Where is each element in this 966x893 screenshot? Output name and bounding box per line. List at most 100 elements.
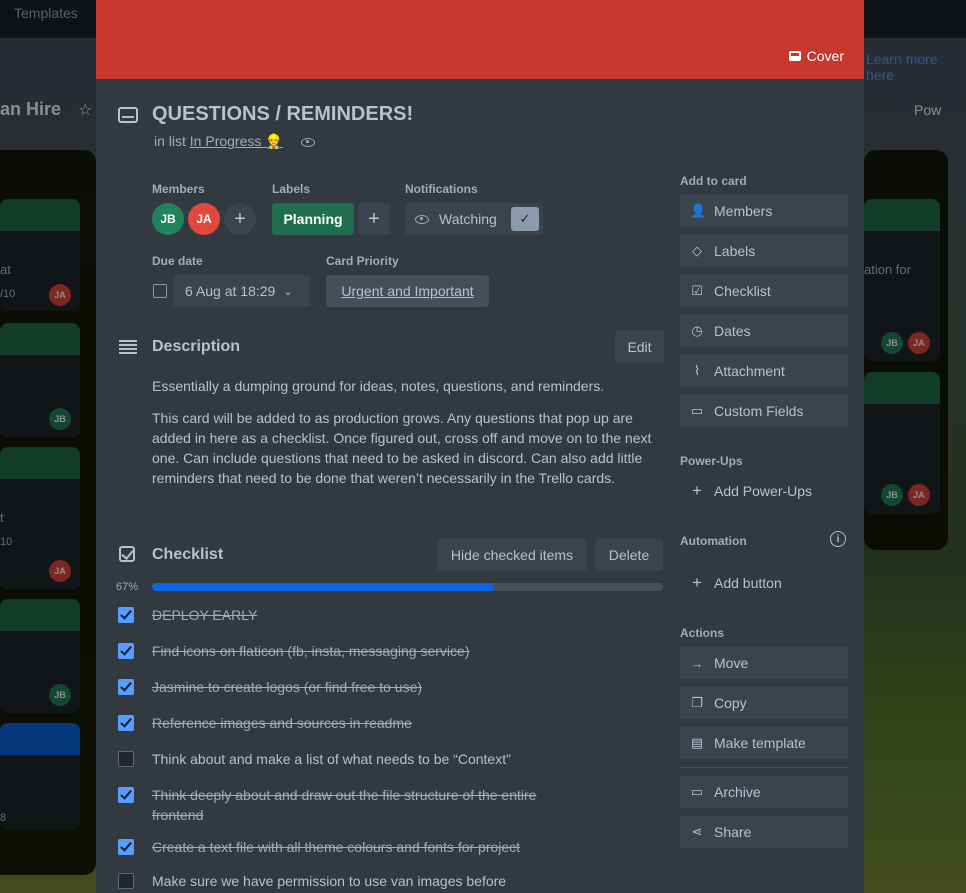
cover-icon bbox=[788, 51, 801, 61]
checklist-item-text[interactable]: Create a text file with all theme colour… bbox=[152, 837, 572, 857]
label-chip[interactable]: Planning bbox=[272, 203, 354, 235]
eye-icon bbox=[300, 137, 315, 147]
delete-checklist-button[interactable]: Delete bbox=[595, 539, 663, 571]
labels-label: Labels bbox=[272, 182, 311, 196]
sidebar-button-label: Checklist bbox=[714, 283, 771, 299]
checklist-item-checkbox[interactable] bbox=[118, 787, 134, 803]
checklist-icon: ☑ bbox=[691, 283, 703, 298]
checklist-item-text[interactable]: Find icons on flaticon (fb, insta, messa… bbox=[152, 641, 572, 661]
edit-description-button[interactable]: Edit bbox=[615, 331, 664, 363]
checklist-item-checkbox[interactable] bbox=[118, 873, 134, 889]
members-label: Members bbox=[152, 182, 205, 196]
card-title[interactable]: QUESTIONS / REMINDERS! bbox=[152, 103, 413, 126]
due-date-value: 6 Aug at 18:29 bbox=[185, 283, 276, 299]
checklist-item-checkbox[interactable] bbox=[118, 751, 134, 767]
checklist-icon bbox=[119, 546, 135, 562]
info-icon[interactable]: i bbox=[830, 531, 846, 547]
add-automation-button[interactable]: + Add button bbox=[680, 567, 848, 599]
archive-button[interactable]: ▭ Archive bbox=[680, 776, 848, 808]
add-power-ups-label: Add Power-Ups bbox=[714, 483, 813, 499]
card-priority-label: Card Priority bbox=[326, 254, 399, 268]
due-date-button[interactable]: 6 Aug at 18:29 ⌄ bbox=[173, 275, 310, 307]
share-button[interactable]: ⋖ Share bbox=[680, 816, 848, 848]
checklist-item-checkbox[interactable] bbox=[118, 679, 134, 695]
plus-icon: + bbox=[692, 481, 702, 500]
hide-checked-items-button[interactable]: Hide checked items bbox=[437, 539, 587, 571]
archive-icon: ▭ bbox=[690, 784, 704, 799]
add-label-button[interactable]: + bbox=[358, 203, 390, 235]
member-avatar[interactable]: JB bbox=[152, 203, 184, 235]
checklist-item-text[interactable]: Jasmine to create logos (or find free to… bbox=[152, 677, 572, 697]
copy-icon: ❐ bbox=[691, 695, 703, 710]
chevron-down-icon: ⌄ bbox=[283, 285, 293, 298]
due-date-label: Due date bbox=[152, 254, 203, 268]
checklist-button[interactable]: ☑ Checklist bbox=[680, 275, 848, 307]
copy-button[interactable]: ❐ Copy bbox=[680, 687, 848, 719]
share-icon: ⋖ bbox=[691, 824, 703, 839]
members-button[interactable]: 👤 Members bbox=[680, 195, 848, 227]
card-icon bbox=[118, 107, 138, 123]
checklist-progress-bar bbox=[152, 583, 663, 591]
card-priority-button[interactable]: Urgent and Important bbox=[326, 275, 489, 307]
in-list-prefix: in list bbox=[154, 133, 186, 149]
plus-icon: + bbox=[234, 207, 246, 230]
cover-button[interactable]: Cover bbox=[788, 45, 844, 67]
checklist-item-text[interactable]: Think deeply about and draw out the file… bbox=[152, 785, 562, 825]
sidebar-button-label: Archive bbox=[714, 784, 761, 800]
eye-icon bbox=[415, 214, 429, 224]
description-icon bbox=[119, 340, 137, 354]
attachment-button[interactable]: ⌇ Attachment bbox=[680, 355, 848, 387]
sidebar-button-label: Members bbox=[714, 203, 773, 219]
card-detail-modal: Cover QUESTIONS / REMINDERS! in list In … bbox=[96, 0, 864, 893]
card-cover: Cover bbox=[96, 0, 864, 79]
checklist-item-checkbox[interactable] bbox=[118, 643, 134, 659]
checklist-item-text[interactable]: Reference images and sources in readme bbox=[152, 713, 572, 733]
power-ups-label: Power-Ups bbox=[680, 454, 743, 468]
list-name-link[interactable]: In Progress 👷 bbox=[190, 133, 283, 149]
progress-percent: 67% bbox=[116, 581, 139, 593]
labels-button[interactable]: ◇ Labels bbox=[680, 235, 848, 267]
watching-label: Watching bbox=[439, 211, 497, 227]
plus-icon: + bbox=[368, 207, 380, 230]
dates-button[interactable]: ◷ Dates bbox=[680, 315, 848, 347]
progress-fill bbox=[152, 583, 495, 591]
sidebar-button-label: Labels bbox=[714, 243, 756, 259]
check-icon: ✓ bbox=[511, 207, 539, 231]
plus-icon: + bbox=[692, 573, 702, 592]
watch-button[interactable]: Watching ✓ bbox=[405, 203, 543, 235]
due-date-checkbox[interactable] bbox=[153, 284, 167, 298]
cover-button-label: Cover bbox=[806, 48, 844, 64]
add-power-ups-button[interactable]: + Add Power-Ups bbox=[680, 475, 848, 507]
checklist-item-checkbox[interactable] bbox=[118, 715, 134, 731]
arrow-right-icon: → bbox=[690, 655, 704, 671]
divider bbox=[680, 767, 848, 768]
add-button-label: Add button bbox=[714, 575, 782, 591]
custom-fields-button[interactable]: ▭ Custom Fields bbox=[680, 395, 848, 427]
checklist-item-text[interactable]: Think about and make a list of what need… bbox=[152, 749, 572, 769]
sidebar-button-label: Move bbox=[714, 655, 749, 671]
sidebar-button-label: Custom Fields bbox=[714, 403, 804, 419]
add-to-card-label: Add to card bbox=[680, 174, 747, 188]
in-list-text: in list In Progress 👷 bbox=[154, 133, 315, 150]
move-button[interactable]: → Move bbox=[680, 647, 848, 679]
member-avatar[interactable]: JA bbox=[188, 203, 220, 235]
checklist-item-checkbox[interactable] bbox=[118, 839, 134, 855]
notifications-label: Notifications bbox=[405, 182, 478, 196]
sidebar-button-label: Copy bbox=[714, 695, 747, 711]
description-paragraph[interactable]: This card will be added to as production… bbox=[152, 408, 664, 488]
checklist-item-text[interactable]: Make sure we have permission to use van … bbox=[152, 871, 572, 891]
add-member-button[interactable]: + bbox=[224, 203, 256, 235]
make-template-button[interactable]: ▤ Make template bbox=[680, 727, 848, 759]
person-icon: 👤 bbox=[690, 203, 707, 218]
clock-icon: ◷ bbox=[691, 323, 703, 338]
tag-icon: ◇ bbox=[692, 243, 702, 258]
checklist-title[interactable]: Checklist bbox=[152, 546, 223, 564]
checklist-item-checkbox[interactable] bbox=[118, 607, 134, 623]
checklist-item-text[interactable]: DEPLOY EARLY bbox=[152, 605, 572, 625]
description-paragraph[interactable]: Essentially a dumping ground for ideas, … bbox=[152, 376, 664, 396]
template-icon: ▤ bbox=[690, 735, 704, 750]
custom-fields-icon: ▭ bbox=[690, 403, 704, 418]
description-title: Description bbox=[152, 338, 241, 355]
paperclip-icon: ⌇ bbox=[693, 363, 701, 378]
sidebar-button-label: Make template bbox=[714, 735, 806, 751]
